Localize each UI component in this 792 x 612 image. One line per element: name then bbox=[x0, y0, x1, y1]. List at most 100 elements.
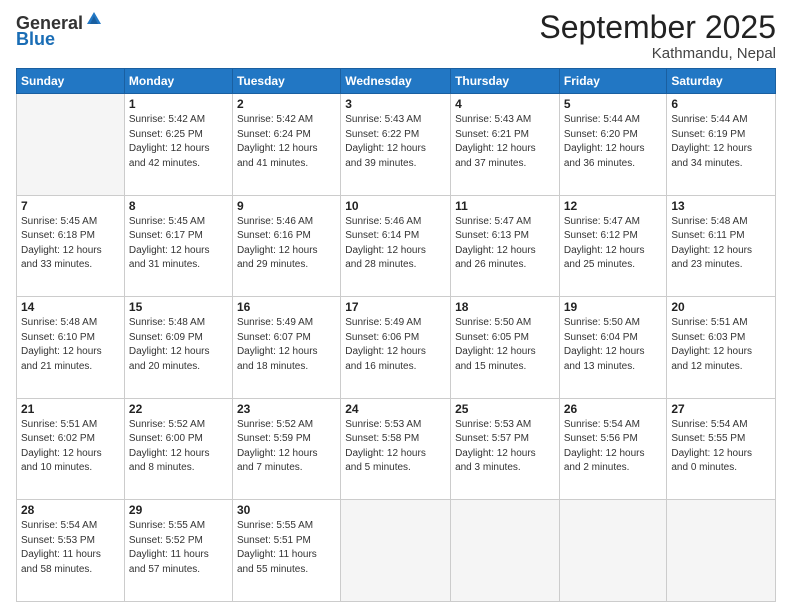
calendar-cell: 27 Sunrise: 5:54 AM Sunset: 5:55 PM Dayli… bbox=[667, 398, 776, 500]
calendar-cell: 1 Sunrise: 5:42 AM Sunset: 6:25 PM Daylig… bbox=[124, 94, 232, 196]
day-number: 30 bbox=[237, 503, 336, 517]
day-number: 25 bbox=[455, 402, 555, 416]
calendar-cell: 20Sunrise: 5:51 AM Sunset: 6:03 PM Dayli… bbox=[667, 297, 776, 399]
calendar-cell: 8 Sunrise: 5:45 AM Sunset: 6:17 PM Daylig… bbox=[124, 195, 232, 297]
calendar-cell bbox=[341, 500, 451, 602]
calendar-cell: 17 Sunrise: 5:49 AM Sunset: 6:06 PM Dayli… bbox=[341, 297, 451, 399]
day-number: 24 bbox=[345, 402, 446, 416]
col-tuesday: Tuesday bbox=[232, 69, 340, 94]
calendar-cell bbox=[17, 94, 125, 196]
calendar-cell: 23 Sunrise: 5:52 AM Sunset: 5:59 PM Dayli… bbox=[232, 398, 340, 500]
day-number: 10 bbox=[345, 199, 446, 213]
calendar-cell: 2 Sunrise: 5:42 AM Sunset: 6:24 PM Daylig… bbox=[232, 94, 340, 196]
day-info: Sunrise: 5:54 AM Sunset: 5:55 PM Dayligh… bbox=[671, 418, 771, 476]
calendar-cell: 22 Sunrise: 5:52 AM Sunset: 6:00 PM Dayli… bbox=[124, 398, 232, 500]
day-number: 19 bbox=[564, 300, 663, 314]
day-number: 8 bbox=[129, 199, 228, 213]
day-info: Sunrise: 5:42 AM Sunset: 6:24 PM Dayligh… bbox=[237, 113, 336, 171]
col-monday: Monday bbox=[124, 69, 232, 94]
day-info: Sunrise: 5:48 AM Sunset: 6:11 PM Dayligh… bbox=[671, 215, 771, 273]
day-number: 3 bbox=[345, 97, 446, 111]
calendar-cell: 13 Sunrise: 5:48 AM Sunset: 6:11 PM Dayli… bbox=[667, 195, 776, 297]
col-wednesday: Wednesday bbox=[341, 69, 451, 94]
day-number: 18 bbox=[455, 300, 555, 314]
day-number: 27 bbox=[671, 402, 771, 416]
calendar-cell: 9 Sunrise: 5:46 AM Sunset: 6:16 PM Daylig… bbox=[232, 195, 340, 297]
day-info: Sunrise: 5:50 AM Sunset: 6:05 PM Dayligh… bbox=[455, 316, 555, 374]
day-info: Sunrise: 5:53 AM Sunset: 5:57 PM Dayligh… bbox=[455, 418, 555, 476]
logo-icon bbox=[85, 10, 103, 28]
calendar-cell: 15 Sunrise: 5:48 AM Sunset: 6:09 PM Dayli… bbox=[124, 297, 232, 399]
day-number: 22 bbox=[129, 402, 228, 416]
location-subtitle: Kathmandu, Nepal bbox=[539, 45, 776, 62]
calendar-cell: 28 Sunrise: 5:54 AM Sunset: 5:53 PM Dayli… bbox=[17, 500, 125, 602]
day-info: Sunrise: 5:55 AM Sunset: 5:52 PM Dayligh… bbox=[129, 519, 228, 577]
calendar-cell: 26Sunrise: 5:54 AM Sunset: 5:56 PM Dayli… bbox=[559, 398, 667, 500]
calendar-cell: 7Sunrise: 5:45 AM Sunset: 6:18 PM Daylig… bbox=[17, 195, 125, 297]
day-info: Sunrise: 5:49 AM Sunset: 6:07 PM Dayligh… bbox=[237, 316, 336, 374]
day-info: Sunrise: 5:44 AM Sunset: 6:20 PM Dayligh… bbox=[564, 113, 663, 171]
month-title: September 2025 bbox=[539, 10, 776, 45]
day-number: 11 bbox=[455, 199, 555, 213]
col-sunday: Sunday bbox=[17, 69, 125, 94]
calendar-cell: 19Sunrise: 5:50 AM Sunset: 6:04 PM Dayli… bbox=[559, 297, 667, 399]
day-info: Sunrise: 5:55 AM Sunset: 5:51 PM Dayligh… bbox=[237, 519, 336, 577]
day-number: 13 bbox=[671, 199, 771, 213]
day-info: Sunrise: 5:46 AM Sunset: 6:16 PM Dayligh… bbox=[237, 215, 336, 273]
day-number: 16 bbox=[237, 300, 336, 314]
title-block: September 2025 Kathmandu, Nepal bbox=[539, 10, 776, 62]
day-info: Sunrise: 5:47 AM Sunset: 6:13 PM Dayligh… bbox=[455, 215, 555, 273]
calendar-header-row: Sunday Monday Tuesday Wednesday Thursday… bbox=[17, 69, 776, 94]
day-number: 26 bbox=[564, 402, 663, 416]
day-info: Sunrise: 5:52 AM Sunset: 6:00 PM Dayligh… bbox=[129, 418, 228, 476]
calendar-cell: 16 Sunrise: 5:49 AM Sunset: 6:07 PM Dayli… bbox=[232, 297, 340, 399]
calendar-cell: 12 Sunrise: 5:47 AM Sunset: 6:12 PM Dayli… bbox=[559, 195, 667, 297]
calendar-table: Sunday Monday Tuesday Wednesday Thursday… bbox=[16, 68, 776, 602]
day-number: 12 bbox=[564, 199, 663, 213]
day-info: Sunrise: 5:54 AM Sunset: 5:53 PM Dayligh… bbox=[21, 519, 120, 577]
day-info: Sunrise: 5:47 AM Sunset: 6:12 PM Dayligh… bbox=[564, 215, 663, 273]
col-friday: Friday bbox=[559, 69, 667, 94]
day-number: 15 bbox=[129, 300, 228, 314]
day-number: 9 bbox=[237, 199, 336, 213]
calendar-cell: 4Sunrise: 5:43 AM Sunset: 6:21 PM Daylig… bbox=[451, 94, 560, 196]
day-number: 14 bbox=[21, 300, 120, 314]
calendar-cell bbox=[667, 500, 776, 602]
day-info: Sunrise: 5:52 AM Sunset: 5:59 PM Dayligh… bbox=[237, 418, 336, 476]
day-info: Sunrise: 5:44 AM Sunset: 6:19 PM Dayligh… bbox=[671, 113, 771, 171]
col-thursday: Thursday bbox=[451, 69, 560, 94]
calendar-cell: 18 Sunrise: 5:50 AM Sunset: 6:05 PM Dayli… bbox=[451, 297, 560, 399]
calendar-cell: 6Sunrise: 5:44 AM Sunset: 6:19 PM Daylig… bbox=[667, 94, 776, 196]
day-number: 7 bbox=[21, 199, 120, 213]
logo: General Blue bbox=[16, 14, 103, 50]
day-info: Sunrise: 5:42 AM Sunset: 6:25 PM Dayligh… bbox=[129, 113, 228, 171]
col-saturday: Saturday bbox=[667, 69, 776, 94]
calendar-cell: 21Sunrise: 5:51 AM Sunset: 6:02 PM Dayli… bbox=[17, 398, 125, 500]
day-number: 21 bbox=[21, 402, 120, 416]
day-info: Sunrise: 5:43 AM Sunset: 6:21 PM Dayligh… bbox=[455, 113, 555, 171]
calendar-cell: 24 Sunrise: 5:53 AM Sunset: 5:58 PM Dayli… bbox=[341, 398, 451, 500]
day-info: Sunrise: 5:43 AM Sunset: 6:22 PM Dayligh… bbox=[345, 113, 446, 171]
day-info: Sunrise: 5:48 AM Sunset: 6:10 PM Dayligh… bbox=[21, 316, 120, 374]
day-number: 29 bbox=[129, 503, 228, 517]
calendar-cell: 14 Sunrise: 5:48 AM Sunset: 6:10 PM Dayli… bbox=[17, 297, 125, 399]
day-number: 17 bbox=[345, 300, 446, 314]
day-info: Sunrise: 5:49 AM Sunset: 6:06 PM Dayligh… bbox=[345, 316, 446, 374]
calendar-cell: 25 Sunrise: 5:53 AM Sunset: 5:57 PM Dayli… bbox=[451, 398, 560, 500]
day-number: 1 bbox=[129, 97, 228, 111]
header: General Blue September 2025 Kathmandu, N… bbox=[16, 10, 776, 62]
calendar-cell: 29 Sunrise: 5:55 AM Sunset: 5:52 PM Dayli… bbox=[124, 500, 232, 602]
day-info: Sunrise: 5:48 AM Sunset: 6:09 PM Dayligh… bbox=[129, 316, 228, 374]
day-info: Sunrise: 5:45 AM Sunset: 6:17 PM Dayligh… bbox=[129, 215, 228, 273]
day-number: 20 bbox=[671, 300, 771, 314]
day-number: 28 bbox=[21, 503, 120, 517]
day-number: 23 bbox=[237, 402, 336, 416]
calendar-cell: 10Sunrise: 5:46 AM Sunset: 6:14 PM Dayli… bbox=[341, 195, 451, 297]
day-number: 5 bbox=[564, 97, 663, 111]
calendar-cell bbox=[451, 500, 560, 602]
calendar-cell bbox=[559, 500, 667, 602]
day-number: 2 bbox=[237, 97, 336, 111]
day-info: Sunrise: 5:53 AM Sunset: 5:58 PM Dayligh… bbox=[345, 418, 446, 476]
calendar-cell: 30 Sunrise: 5:55 AM Sunset: 5:51 PM Dayli… bbox=[232, 500, 340, 602]
calendar-cell: 5 Sunrise: 5:44 AM Sunset: 6:20 PM Daylig… bbox=[559, 94, 667, 196]
